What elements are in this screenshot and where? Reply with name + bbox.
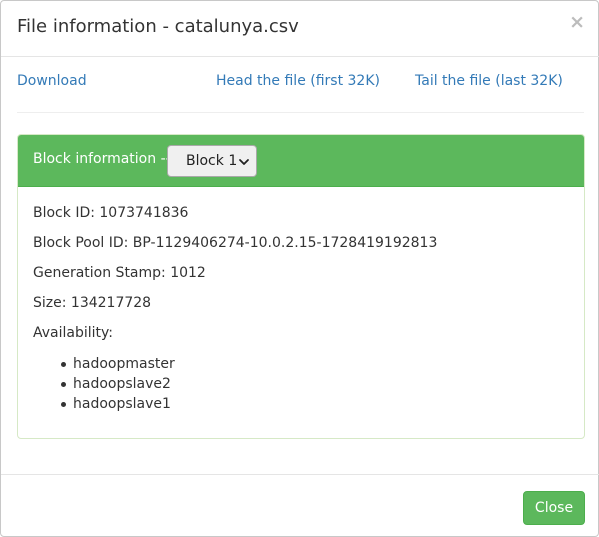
file-information-dialog: File information - catalunya.csv × Downl… — [0, 0, 599, 537]
generation-stamp: Generation Stamp: 1012 — [33, 265, 206, 281]
dialog-footer: Close — [1, 474, 599, 537]
head-file-link[interactable]: Head the file (first 32K) — [216, 73, 380, 89]
block-information-label: Block information -- — [33, 151, 171, 167]
block-pool-id: Block Pool ID: BP-1129406274-10.0.2.15-1… — [33, 235, 438, 251]
block-id: Block ID: 1073741836 — [33, 205, 189, 221]
close-button[interactable]: Close — [523, 491, 585, 525]
block-select-value: Block 1 — [186, 153, 238, 169]
dialog-header: File information - catalunya.csv × — [1, 1, 599, 57]
block-select[interactable]: Block 1 — [167, 145, 257, 177]
list-item: hadoopmaster — [33, 354, 175, 374]
tail-file-link[interactable]: Tail the file (last 32K) — [415, 73, 563, 89]
availability-list: hadoopmaster hadoopslave2 hadoopslave1 — [33, 354, 175, 414]
list-item: hadoopslave1 — [33, 394, 175, 414]
close-icon[interactable]: × — [569, 13, 585, 32]
block-size: Size: 134217728 — [33, 295, 152, 311]
block-panel-heading: Block information -- Block 1 — [18, 135, 584, 187]
list-item: hadoopslave2 — [33, 374, 175, 394]
dialog-title: File information - catalunya.csv — [17, 16, 299, 37]
block-information-panel: Block information -- Block 1 Block ID: 1… — [17, 134, 585, 439]
chevron-down-icon — [239, 159, 249, 165]
availability-label: Availability: — [33, 325, 114, 341]
file-links-row: Download Head the file (first 32K) Tail … — [17, 57, 584, 113]
download-link[interactable]: Download — [17, 73, 87, 89]
